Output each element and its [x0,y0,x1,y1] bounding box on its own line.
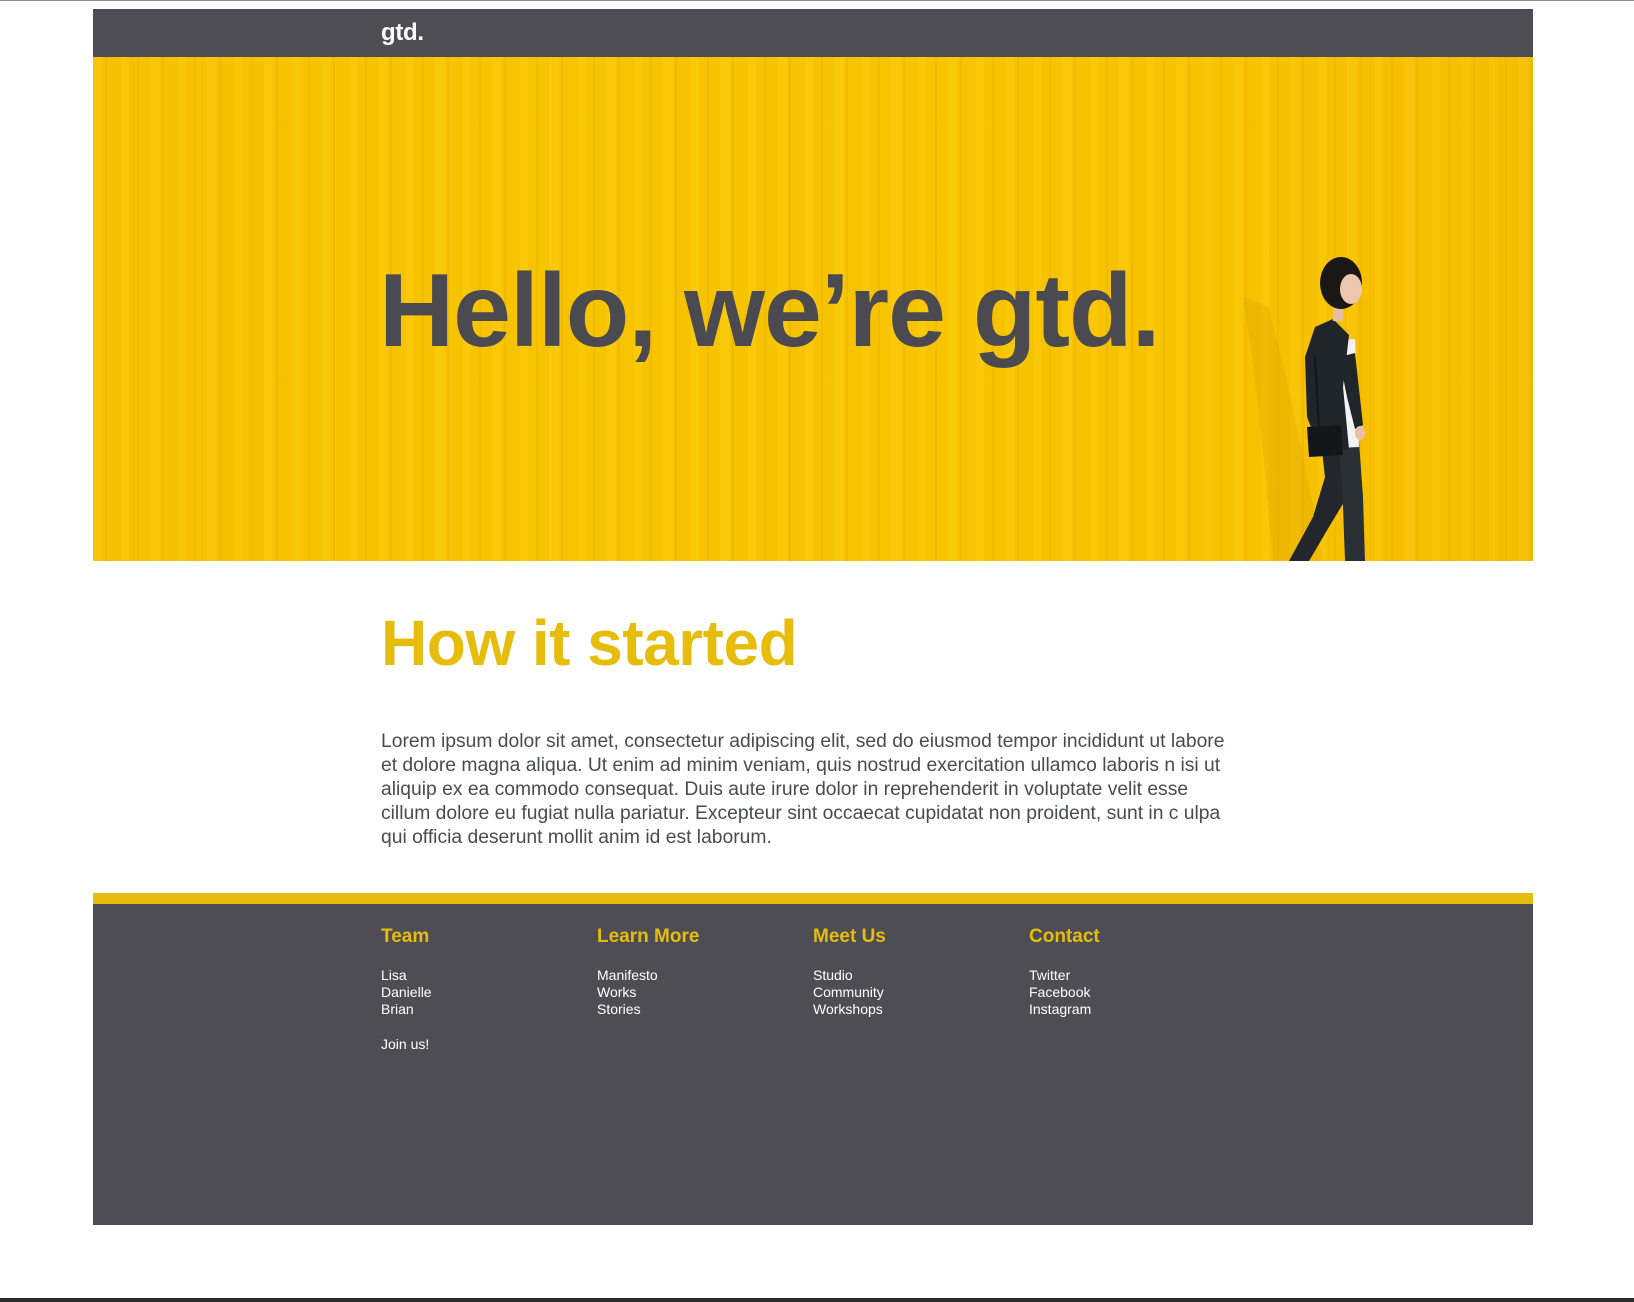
footer-heading: Meet Us [813,926,886,947]
footer-link-workshops[interactable]: Workshops [813,1001,886,1018]
footer-column-team: Team Lisa Danielle Brian Join us! [381,924,432,1053]
footer-link-twitter[interactable]: Twitter [1029,967,1100,984]
footer-link-danielle[interactable]: Danielle [381,984,432,1001]
footer-link-join-us[interactable]: Join us! [381,1036,432,1053]
footer-link-community[interactable]: Community [813,984,886,1001]
window-bottom-edge [0,1298,1634,1302]
footer-column-contact: Contact Twitter Facebook Instagram [1029,924,1100,1018]
hero-title: Hello, we’re gtd. [379,253,1160,369]
section-paragraph: Lorem ipsum dolor sit amet, consectetur … [381,731,1225,848]
footer-link-works[interactable]: Works [597,984,699,1001]
footer-column-meet-us: Meet Us Studio Community Workshops [813,924,886,1018]
hero-banner: Hello, we’re gtd. [93,57,1533,561]
footer-link-lisa[interactable]: Lisa [381,967,432,984]
logo[interactable]: gtd. [381,19,424,47]
footer-link-instagram[interactable]: Instagram [1029,1001,1100,1018]
footer-link-facebook[interactable]: Facebook [1029,984,1100,1001]
footer-link-stories[interactable]: Stories [597,1001,699,1018]
footer-accent-stripe [93,893,1533,904]
footer-link-studio[interactable]: Studio [813,967,886,984]
footer-link-manifesto[interactable]: Manifesto [597,967,699,984]
footer: Team Lisa Danielle Brian Join us! Learn … [93,904,1533,1225]
footer-heading: Contact [1029,926,1100,947]
page: gtd. Hello, we’re gtd. How it started Lo… [93,9,1533,1225]
footer-link-brian[interactable]: Brian [381,1001,432,1018]
footer-heading: Learn More [597,926,700,947]
browser-top-edge [0,0,1634,1]
about-section: How it started Lorem ipsum dolor sit ame… [93,561,1533,893]
navbar: gtd. [93,9,1533,57]
footer-column-learn-more: Learn More Manifesto Works Stories [597,924,699,1018]
footer-heading: Team [381,926,430,947]
section-title: How it started [381,607,798,679]
